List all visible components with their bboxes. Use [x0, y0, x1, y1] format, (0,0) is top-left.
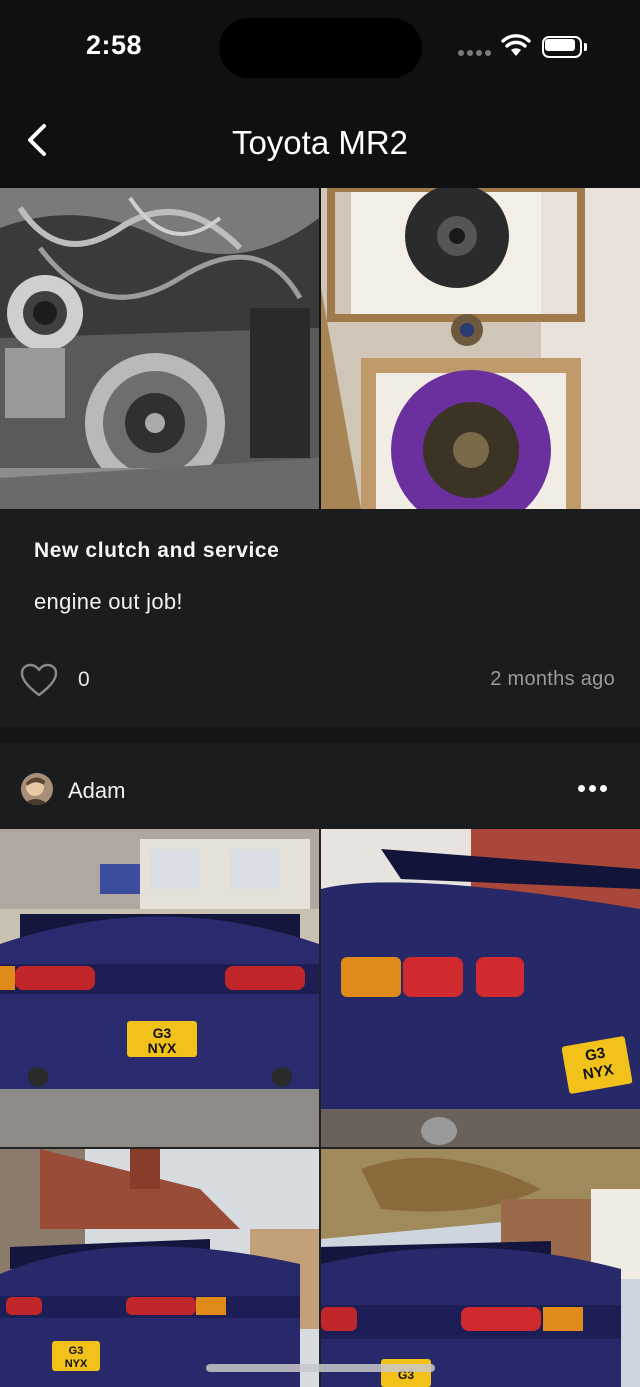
plate-text-line2: NYX: [148, 1040, 177, 1056]
wifi-icon: [501, 34, 531, 56]
battery-icon: [542, 36, 588, 58]
engine-photo[interactable]: [0, 188, 319, 509]
plate-text-line1: G3: [153, 1025, 172, 1041]
status-bar: 2:58: [0, 0, 640, 96]
post-timestamp: 2 months ago: [490, 668, 615, 690]
clutch-kit-photo[interactable]: [321, 188, 640, 509]
car-rear-angle-photo[interactable]: G3 NYX: [321, 829, 640, 1147]
author-name[interactable]: Adam: [68, 778, 125, 804]
post-photo-grid: [0, 188, 640, 509]
post-header: Adam: [0, 743, 640, 829]
plate-text-line1: G3: [69, 1345, 84, 1357]
car-rear-street-photo[interactable]: G3: [321, 1149, 640, 1387]
post-body: engine out job!: [34, 589, 183, 614]
post-card: New clutch and service engine out job! 0…: [0, 509, 640, 727]
car-rear-photo[interactable]: G3 NYX: [0, 829, 319, 1147]
heart-outline-icon[interactable]: [20, 663, 58, 699]
status-time: 2:58: [86, 30, 143, 60]
post-divider: [0, 727, 640, 743]
dynamic-island: [219, 18, 422, 78]
like-count: 0: [78, 668, 90, 691]
post-title: New clutch and service: [34, 539, 280, 562]
post-photo-grid: G3 NYX G3 NYX G3 NYX G3: [0, 829, 640, 1387]
avatar[interactable]: [21, 773, 53, 805]
plate-text-line2: NYX: [65, 1358, 88, 1370]
home-indicator[interactable]: [206, 1364, 435, 1372]
navigation-bar: Toyota MR2: [0, 96, 640, 188]
page-title: Toyota MR2: [231, 124, 409, 161]
plate-text-line1: G3: [584, 1045, 607, 1065]
cellular-signal-icon: [458, 50, 492, 58]
ellipsis-icon[interactable]: [578, 785, 608, 795]
car-rear-driveway-photo[interactable]: G3 NYX: [0, 1149, 319, 1387]
